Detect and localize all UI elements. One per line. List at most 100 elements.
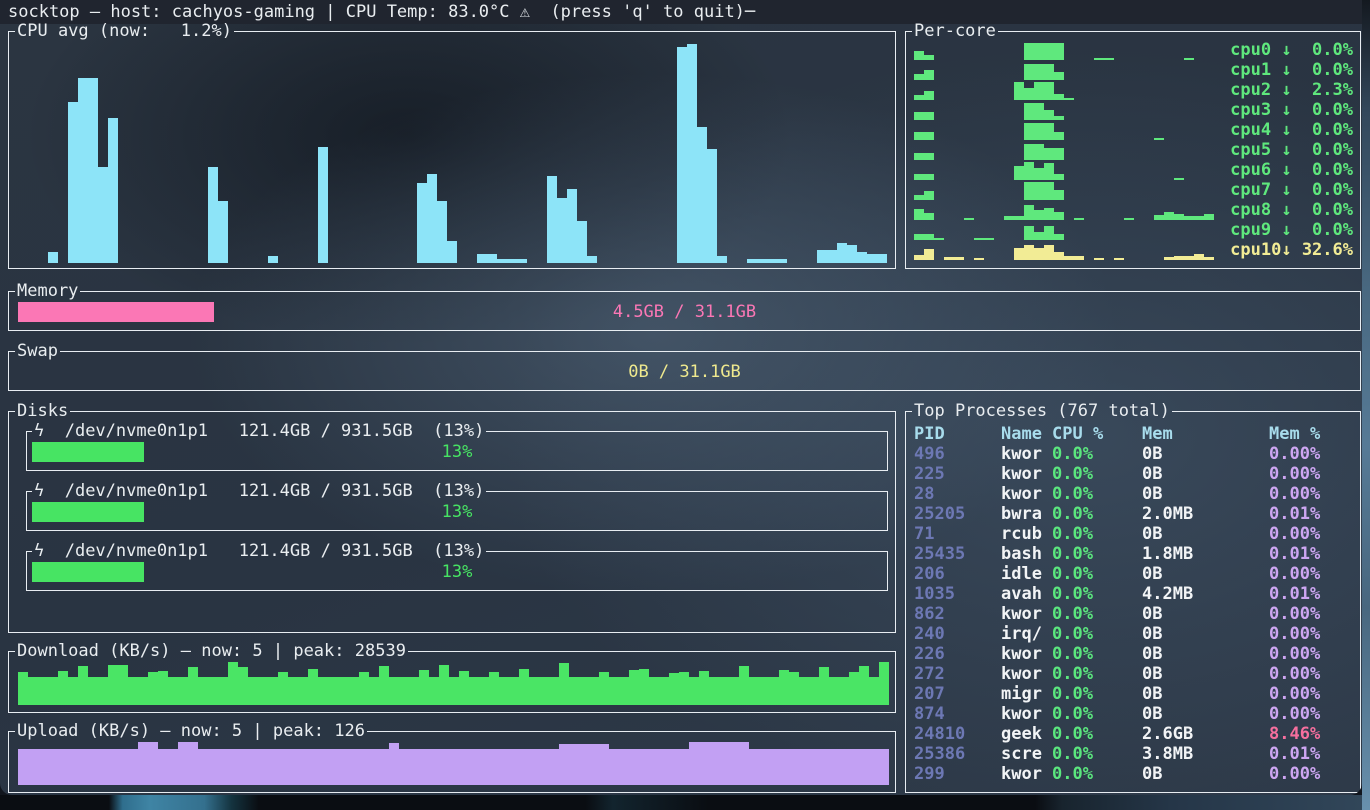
border-segment [26, 551, 32, 552]
chart-bar [809, 749, 819, 785]
process-mem: 2.6GB [1142, 724, 1269, 744]
chart-bar [849, 672, 859, 705]
chart-bar [777, 259, 787, 263]
core-row: cpu8 ↓ 0.0% [914, 200, 1353, 220]
border-segment [70, 411, 896, 412]
core-row: cpu10↓ 32.6% [914, 240, 1353, 260]
chart-bar [268, 749, 278, 785]
chart-bar [1054, 252, 1064, 260]
chart-bar [1024, 144, 1034, 160]
upload-panel-border: Upload (KB/s) — now: 5 | peak: 126 [8, 721, 896, 741]
disk-usage-percent-label: 13% [27, 502, 887, 522]
chart-bar [914, 255, 924, 260]
process-name: migr [1001, 684, 1052, 704]
chart-bar [567, 189, 577, 263]
chart-bar [389, 677, 399, 705]
chart-bar [308, 669, 318, 705]
chart-bar [268, 256, 278, 263]
chart-bar [867, 254, 877, 263]
chart-bar [1094, 258, 1104, 260]
chart-bar [379, 749, 389, 785]
core-row: cpu2 ↓ 2.3% [914, 80, 1353, 100]
chart-bar [58, 671, 68, 705]
core-sparkline [914, 60, 1214, 80]
chart-bar [489, 672, 499, 705]
top-processes-panel-border: Top Processes (767 total) [905, 401, 1361, 421]
chart-bar [459, 749, 469, 785]
chart-bar [359, 749, 369, 785]
chart-bar [1204, 257, 1214, 260]
chart-bar [148, 672, 158, 705]
chart-bar [699, 671, 709, 705]
chart-bar [28, 749, 38, 785]
chart-bar [859, 749, 869, 785]
chart-bar [208, 167, 218, 263]
chart-bar [599, 744, 609, 785]
chart-bar [589, 677, 599, 705]
process-pid: 225 [914, 464, 1001, 484]
chart-bar [729, 677, 739, 705]
process-row: 71rcub0.0%0B0.00% [914, 524, 1354, 544]
chart-bar [914, 132, 924, 140]
chart-bar [138, 742, 148, 785]
disk-entry: ϟ /dev/nvme0n1p1 121.4GB / 931.5GB (13%)… [26, 552, 888, 591]
chart-bar [517, 259, 527, 263]
chart-bar [18, 749, 28, 785]
chart-bar [1034, 182, 1044, 200]
chart-bar [339, 677, 349, 705]
process-row: 25435bash0.0%1.8MB0.01% [914, 544, 1354, 564]
chart-bar [1034, 123, 1044, 140]
core-row: cpu1 ↓ 0.0% [914, 60, 1353, 80]
chart-bar [1044, 163, 1054, 180]
chart-bar [629, 670, 639, 705]
chart-bar [459, 671, 469, 705]
chart-bar [1014, 166, 1024, 180]
process-row: 272kwor0.0%0B0.00% [914, 664, 1354, 684]
cpu-history-chart [18, 40, 887, 263]
chart-bar [659, 677, 669, 705]
chart-bar [409, 749, 419, 785]
chart-bar [68, 102, 78, 263]
process-mem: 0B [1142, 704, 1269, 724]
chart-bar [799, 677, 809, 705]
chart-bar [1024, 162, 1034, 180]
chart-bar [1024, 64, 1034, 80]
process-mem-percent: 8.46% [1269, 724, 1354, 744]
chart-bar [447, 241, 457, 263]
chart-bar [218, 749, 228, 785]
chart-bar [108, 118, 118, 263]
border-segment [486, 431, 888, 432]
chart-bar [68, 677, 78, 705]
terminal-window[interactable]: socktop — host: cachyos-gaming | CPU Tem… [0, 0, 1362, 795]
chart-bar [689, 742, 699, 785]
chart-bar [78, 749, 88, 785]
process-cpu-percent: 0.0% [1052, 584, 1142, 604]
process-name: kwor [1001, 484, 1052, 504]
border-segment [80, 291, 1361, 292]
wallpaper-edge-bottom [0, 795, 1362, 810]
chart-bar [707, 149, 717, 263]
process-mem-percent: 0.01% [1269, 544, 1354, 564]
chart-bar [1054, 72, 1064, 80]
chart-bar [569, 744, 579, 785]
disk-entry-border: ϟ /dev/nvme0n1p1 121.4GB / 931.5GB (13%) [26, 481, 888, 501]
chart-bar [28, 677, 38, 705]
process-cpu-percent: 0.0% [1052, 444, 1142, 464]
disk-flash-icon: ϟ [34, 481, 44, 501]
chart-bar [759, 749, 769, 785]
process-pid: 24810 [914, 724, 1001, 744]
process-mem: 0B [1142, 484, 1269, 504]
swap-usage-label: 0B / 31.1GB [9, 362, 1360, 382]
process-mem-percent: 0.00% [1269, 764, 1354, 784]
process-row: 1035avah0.0%4.2MB0.01% [914, 584, 1354, 604]
cpu-avg-title: CPU avg (now: 1.2%) [15, 21, 234, 41]
process-row: 299kwor0.0%0B0.00% [914, 764, 1354, 784]
border-segment [60, 351, 1361, 352]
core-sparkline [914, 160, 1214, 180]
chart-bar [687, 44, 697, 263]
chart-bar [178, 677, 188, 705]
chart-bar [98, 749, 108, 785]
process-name: bwra [1001, 504, 1052, 524]
chart-bar [108, 665, 118, 705]
process-cpu-percent: 0.0% [1052, 484, 1142, 504]
